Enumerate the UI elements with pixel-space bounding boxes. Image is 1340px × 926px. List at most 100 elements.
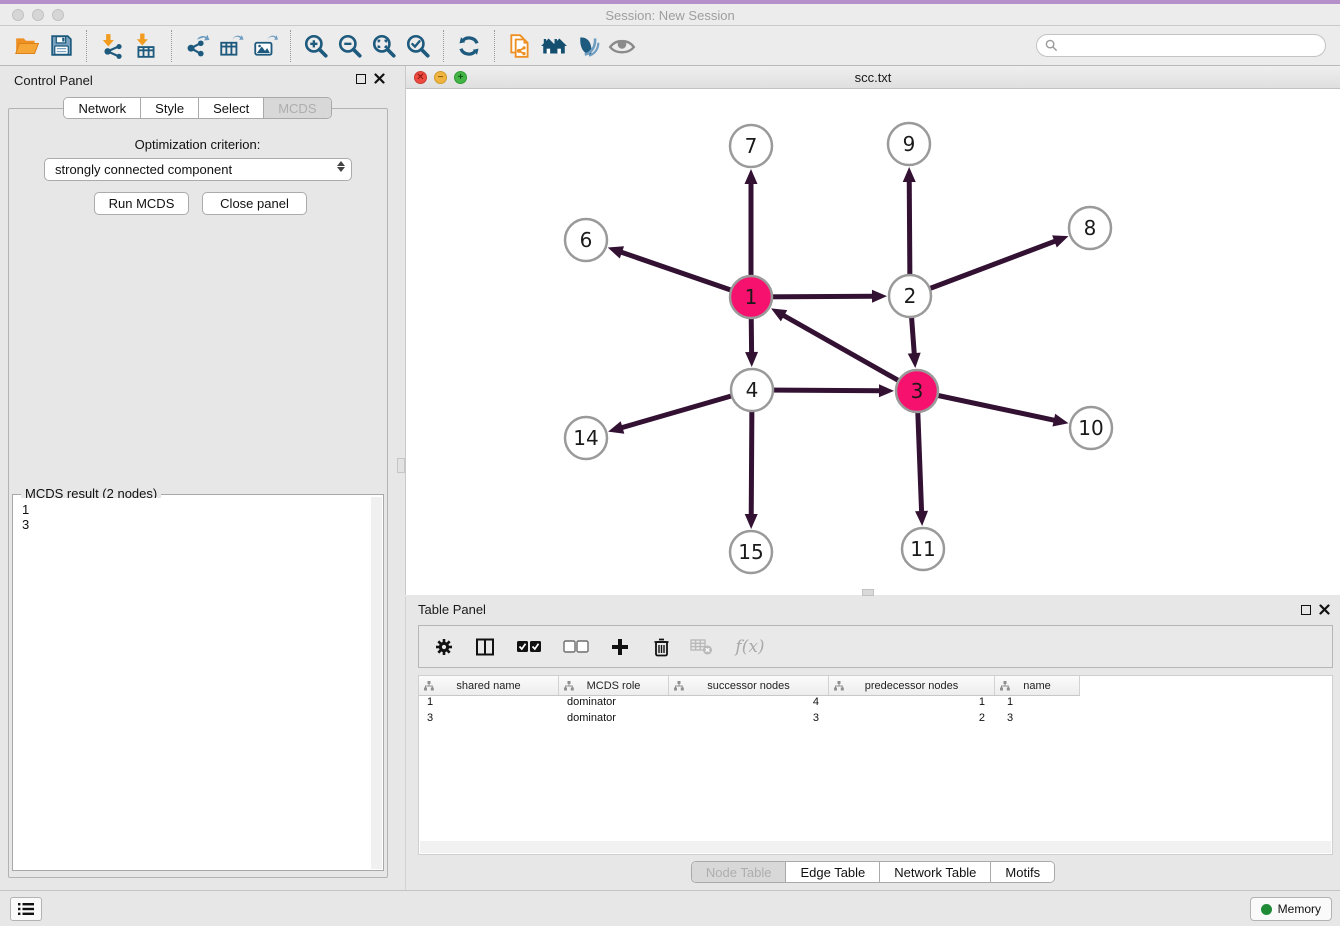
column-type-icon xyxy=(424,681,434,691)
mcds-result-scrollbar[interactable] xyxy=(371,497,382,869)
close-panel-icon[interactable] xyxy=(374,73,385,84)
clone-network-button[interactable] xyxy=(503,30,537,62)
delete-table-button xyxy=(689,634,715,660)
table-settings-button[interactable] xyxy=(431,634,457,660)
toggle-column-panel-button[interactable] xyxy=(472,634,498,660)
table-row[interactable]: 3dominator323 xyxy=(419,712,1332,728)
cell[interactable]: 3 xyxy=(419,712,559,728)
vertical-splitter-handle[interactable] xyxy=(397,458,405,473)
graph-node-label: 10 xyxy=(1078,416,1103,440)
edge-arrowhead xyxy=(1052,235,1068,247)
tab-edge-table[interactable]: Edge Table xyxy=(786,862,880,882)
function-builder-button: f(x) xyxy=(730,634,770,660)
cell[interactable]: 4 xyxy=(669,696,829,712)
horizontal-splitter-handle[interactable] xyxy=(862,589,874,596)
export-image-button[interactable] xyxy=(248,30,282,62)
create-column-button[interactable] xyxy=(607,634,633,660)
zoom-in-button[interactable] xyxy=(299,30,333,62)
gear-icon xyxy=(434,637,454,657)
export-table-button[interactable] xyxy=(214,30,248,62)
list-icon xyxy=(17,902,35,916)
table-row[interactable]: 1dominator411 xyxy=(419,696,1332,712)
graph-node-label: 1 xyxy=(745,285,758,309)
table-horizontal-scrollbar[interactable] xyxy=(420,841,1331,853)
memory-button[interactable]: Memory xyxy=(1250,897,1332,921)
zoom-fit-button[interactable] xyxy=(367,30,401,62)
graph-node-label: 6 xyxy=(580,228,593,252)
eye-icon xyxy=(608,33,636,59)
close-panel-button[interactable]: Close panel xyxy=(202,192,307,215)
import-network-button[interactable] xyxy=(95,30,129,62)
tab-select[interactable]: Select xyxy=(199,98,264,118)
close-table-panel-icon[interactable] xyxy=(1319,604,1330,615)
column-header-shared-name[interactable]: shared name xyxy=(419,676,559,695)
cell[interactable]: 3 xyxy=(669,712,829,728)
delete-column-button[interactable] xyxy=(648,634,674,660)
mcds-result-text[interactable]: 1 3 xyxy=(14,498,370,869)
run-mcds-button[interactable]: Run MCDS xyxy=(94,192,189,215)
table-tabs: Node TableEdge TableNetwork TableMotifs xyxy=(691,861,1055,883)
open-session-button[interactable] xyxy=(10,30,44,62)
select-all-columns-button[interactable] xyxy=(513,634,545,660)
optimization-criterion-select[interactable]: strongly connected component xyxy=(44,158,352,181)
toolbar-separator xyxy=(171,30,172,62)
zoom-selected-button[interactable] xyxy=(401,30,435,62)
tab-mcds[interactable]: MCDS xyxy=(264,98,330,118)
cell[interactable]: 3 xyxy=(995,712,1080,728)
status-bar: Memory xyxy=(0,890,1340,926)
edge-arrowhead xyxy=(608,421,624,433)
column-type-icon xyxy=(834,681,844,691)
home-view-button[interactable] xyxy=(537,30,571,62)
edge-arrowhead xyxy=(608,246,624,258)
graph-node-label: 14 xyxy=(573,426,598,450)
cell[interactable]: 1 xyxy=(995,696,1080,712)
tab-style[interactable]: Style xyxy=(141,98,199,118)
main-toolbar xyxy=(0,26,1340,66)
optimization-criterion-label: Optimization criterion: xyxy=(0,137,395,152)
tab-motifs[interactable]: Motifs xyxy=(991,862,1054,882)
edge-arrowhead xyxy=(745,169,758,184)
float-panel-icon[interactable] xyxy=(356,74,366,84)
task-history-button[interactable] xyxy=(10,897,42,921)
cell[interactable]: dominator xyxy=(559,696,669,712)
tab-network-table[interactable]: Network Table xyxy=(880,862,991,882)
node-table: shared nameMCDS rolesuccessor nodesprede… xyxy=(418,675,1333,855)
hide-details-button[interactable] xyxy=(571,30,605,62)
edge-3-1[interactable] xyxy=(782,315,917,391)
graph-node-label: 7 xyxy=(745,134,758,158)
graph-node-label: 9 xyxy=(903,132,916,156)
search-input[interactable] xyxy=(1036,34,1326,57)
column-header-MCDS-role[interactable]: MCDS role xyxy=(559,676,669,695)
export-network-button[interactable] xyxy=(180,30,214,62)
export-image-icon xyxy=(252,33,278,59)
column-header-predecessor-nodes[interactable]: predecessor nodes xyxy=(829,676,995,695)
column-header-successor-nodes[interactable]: successor nodes xyxy=(669,676,829,695)
refresh-layout-button[interactable] xyxy=(452,30,486,62)
import-table-button[interactable] xyxy=(129,30,163,62)
column-type-icon xyxy=(1000,681,1010,691)
cell[interactable]: 2 xyxy=(829,712,995,728)
zoom-out-button[interactable] xyxy=(333,30,367,62)
save-session-button[interactable] xyxy=(44,30,78,62)
cell[interactable]: 1 xyxy=(419,696,559,712)
control-panel: Control Panel NetworkStyleSelectMCDS Opt… xyxy=(0,66,395,890)
float-table-panel-icon[interactable] xyxy=(1301,605,1311,615)
deselect-all-columns-button[interactable] xyxy=(560,634,592,660)
edge-2-8[interactable] xyxy=(910,241,1056,296)
network-window-titlebar[interactable]: ✕ − + scc.txt xyxy=(406,66,1340,89)
toolbar-separator xyxy=(443,30,444,62)
network-canvas[interactable]: 7968124314101511 xyxy=(406,89,1340,595)
network-canvas-svg: 7968124314101511 xyxy=(406,89,1340,595)
cell[interactable]: dominator xyxy=(559,712,669,728)
fx-icon: f(x) xyxy=(735,637,764,657)
network-view-window: ✕ − + scc.txt 7968124314101511 xyxy=(405,66,1340,595)
tab-node-table[interactable]: Node Table xyxy=(692,862,787,882)
cell[interactable]: 1 xyxy=(829,696,995,712)
export-table-icon xyxy=(218,33,244,59)
tab-network[interactable]: Network xyxy=(64,98,141,118)
zoom-fit-icon xyxy=(371,33,397,59)
column-header-name[interactable]: name xyxy=(995,676,1080,695)
control-panel-title: Control Panel xyxy=(14,73,93,88)
search-icon xyxy=(1045,39,1058,52)
show-eye-button[interactable] xyxy=(605,30,639,62)
